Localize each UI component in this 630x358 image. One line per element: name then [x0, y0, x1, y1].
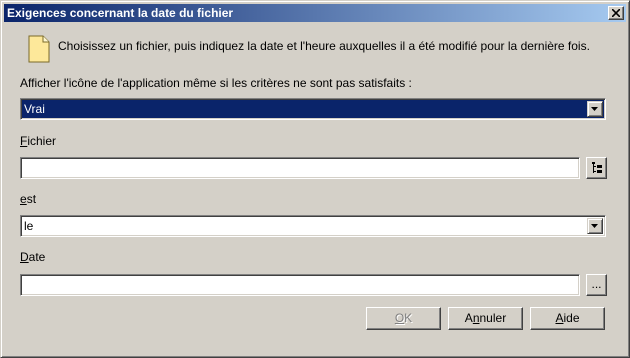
ok-rest: K — [404, 311, 413, 325]
help-rest: ide — [563, 311, 580, 325]
file-label-rest: ichier — [27, 134, 57, 148]
chevron-down-icon — [591, 107, 598, 111]
operator-select[interactable]: le — [20, 215, 606, 237]
file-input[interactable] — [20, 157, 580, 179]
title-bar[interactable]: Exigences concernant la date du fichier — [4, 4, 626, 22]
operator-label-rest: st — [26, 192, 37, 206]
cancel-button[interactable]: Annuler — [448, 307, 523, 330]
document-icon — [28, 35, 50, 63]
date-input[interactable] — [20, 274, 580, 296]
help-button[interactable]: Aide — [530, 307, 605, 330]
window-title: Exigences concernant la date du fichier — [7, 6, 234, 20]
date-label-mnemonic: D — [20, 250, 29, 264]
operator-label-mnemonic: e — [20, 192, 27, 206]
chevron-down-icon — [591, 224, 598, 228]
file-label: Fichier — [20, 134, 56, 148]
cancel-pre: A — [464, 311, 473, 325]
date-label: Date — [20, 250, 45, 264]
dialog-window: Exigences concernant la date du fichier … — [0, 0, 630, 358]
close-icon — [612, 9, 620, 17]
file-browse-button[interactable] — [586, 157, 607, 179]
date-browse-label: ... — [591, 277, 602, 291]
cancel-rest: nuler — [479, 311, 507, 325]
date-label-rest: ate — [28, 250, 46, 264]
help-mnemonic: A — [555, 311, 564, 325]
close-button[interactable] — [608, 6, 624, 20]
intro-text: Choisissez un fichier, puis indiquez la … — [58, 39, 590, 53]
show-icon-label: Afficher l'icône de l'application même s… — [20, 76, 412, 90]
operator-value: le — [24, 219, 34, 233]
browse-tree-icon — [592, 162, 602, 173]
ok-mnemonic: O — [394, 311, 405, 325]
ok-button[interactable]: OK — [366, 307, 441, 330]
show-icon-value: Vrai — [24, 102, 45, 116]
show-icon-dropdown-button[interactable] — [587, 101, 603, 117]
operator-dropdown-button[interactable] — [587, 218, 603, 234]
date-browse-button[interactable]: ... — [586, 274, 607, 296]
show-icon-select[interactable]: Vrai — [20, 98, 606, 120]
operator-label: est — [20, 192, 36, 206]
cancel-mnemonic: n — [472, 311, 480, 325]
